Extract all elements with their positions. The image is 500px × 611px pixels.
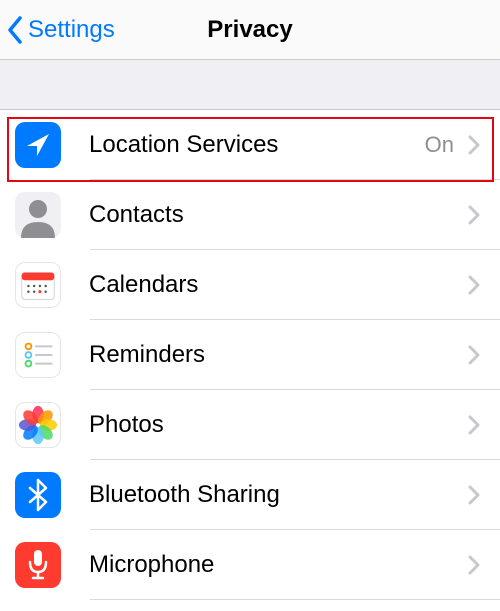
privacy-list: Location Services On Contacts (0, 110, 500, 600)
row-label: Reminders (89, 341, 462, 369)
contacts-icon (15, 192, 61, 238)
chevron-right-icon (462, 343, 486, 367)
location-arrow-icon (15, 122, 61, 168)
row-value: On (425, 132, 454, 158)
row-photos[interactable]: Photos (0, 390, 500, 460)
bluetooth-icon (15, 472, 61, 518)
row-reminders[interactable]: Reminders (0, 320, 500, 390)
back-chevron-icon (6, 15, 24, 45)
row-label: Microphone (89, 551, 462, 579)
chevron-right-icon (462, 203, 486, 227)
row-contacts[interactable]: Contacts (0, 180, 500, 250)
back-button[interactable]: Settings (0, 15, 115, 45)
chevron-right-icon (462, 273, 486, 297)
reminders-icon (15, 332, 61, 378)
row-calendars[interactable]: Calendars (0, 250, 500, 320)
row-location-services[interactable]: Location Services On (0, 110, 500, 180)
row-label: Calendars (89, 271, 462, 299)
row-label: Location Services (89, 131, 425, 159)
row-bluetooth-sharing[interactable]: Bluetooth Sharing (0, 460, 500, 530)
row-label: Photos (89, 411, 462, 439)
photos-icon (15, 402, 61, 448)
nav-bar: Settings Privacy (0, 0, 500, 60)
microphone-icon (15, 542, 61, 588)
chevron-right-icon (462, 413, 486, 437)
row-label: Contacts (89, 201, 462, 229)
chevron-right-icon (462, 553, 486, 577)
back-label: Settings (28, 16, 115, 44)
row-label: Bluetooth Sharing (89, 481, 462, 509)
row-microphone[interactable]: Microphone (0, 530, 500, 600)
chevron-right-icon (462, 133, 486, 157)
section-spacer (0, 60, 500, 110)
calendar-icon (15, 262, 61, 308)
chevron-right-icon (462, 483, 486, 507)
